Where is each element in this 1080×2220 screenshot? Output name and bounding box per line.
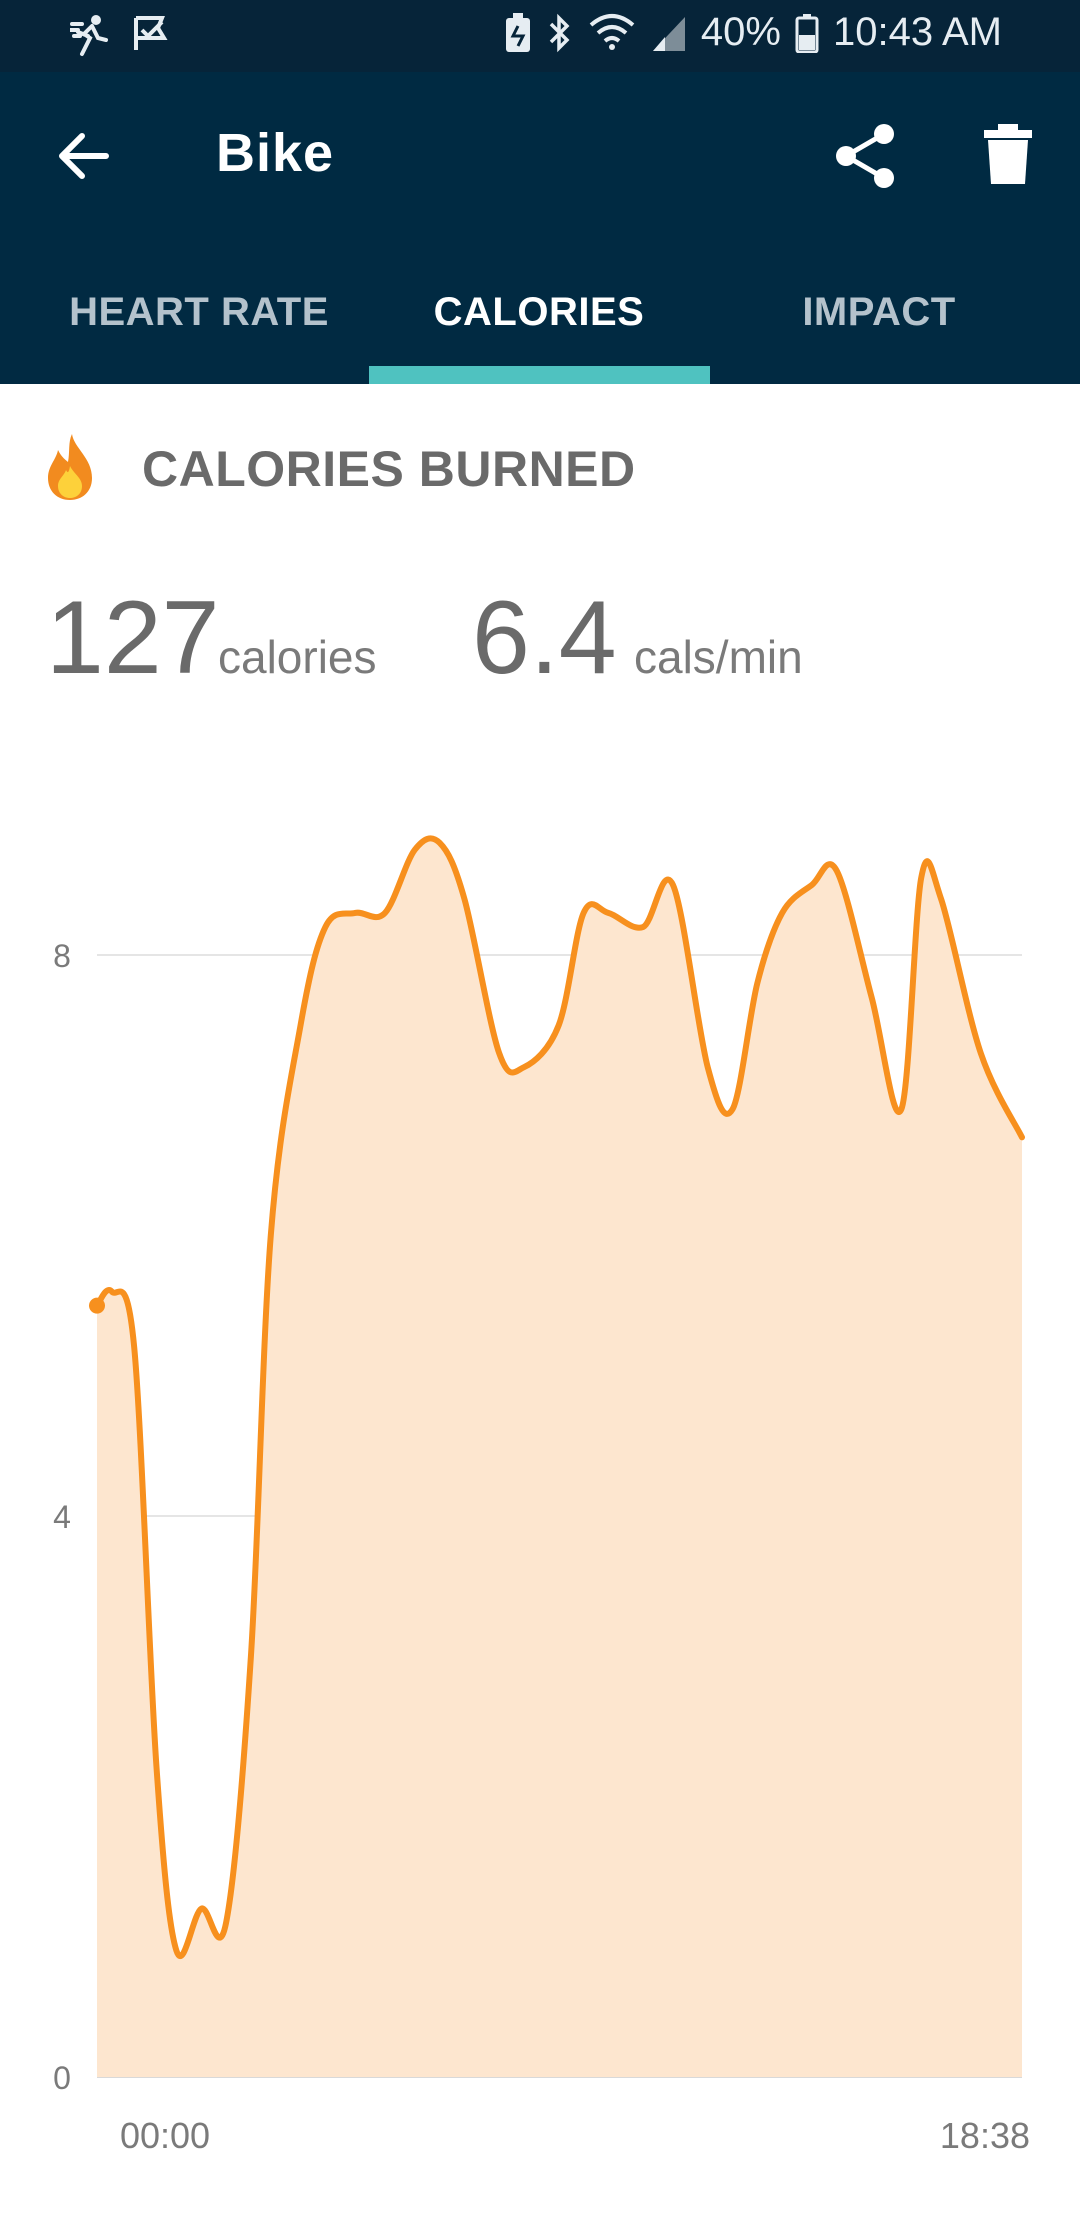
battery-icon [795, 13, 819, 53]
status-bar: 40% 10:43 AM [0, 0, 1080, 72]
tab-bar: HEART RATE CALORIES IMPACT [0, 240, 1080, 384]
running-icon [70, 15, 108, 56]
page-title: Bike [216, 123, 335, 183]
clock: 10:43 AM [832, 10, 1002, 54]
y-tick-label: 8 [53, 938, 71, 974]
back-arrow-icon[interactable] [52, 124, 116, 188]
x-end-label: 18:38 [940, 2115, 1030, 2156]
calorie-rate-unit: cals/min [634, 631, 803, 683]
calorie-rate-value: 6.4 [472, 580, 617, 696]
app-bar: Bike [0, 72, 1080, 240]
total-calories-value: 127 [46, 580, 220, 696]
battery-percent: 40% [700, 10, 781, 54]
calories-chart: 0 4 8 00:00 18:38 [53, 835, 1030, 2156]
x-start-label: 00:00 [120, 2115, 210, 2156]
trash-icon[interactable] [982, 122, 1034, 186]
battery-saver-icon [505, 12, 530, 52]
signal-icon [652, 16, 685, 51]
chart-start-point [89, 1297, 105, 1314]
y-tick-label: 0 [53, 2060, 71, 2096]
wifi-icon [589, 13, 635, 50]
flame-icon [48, 434, 92, 500]
tab-calories[interactable]: CALORIES [369, 240, 709, 384]
section-header: CALORIES BURNED [44, 432, 844, 502]
total-calories-unit: calories [218, 631, 377, 683]
share-icon[interactable] [832, 122, 900, 190]
tab-heart-rate[interactable]: HEART RATE [29, 240, 369, 384]
bluetooth-icon [549, 13, 570, 52]
tab-impact[interactable]: IMPACT [709, 240, 1049, 384]
checkmark-flag-icon [134, 16, 168, 50]
stats-summary: 127 calories 6.4 cals/min [46, 586, 1046, 700]
active-tab-indicator [369, 366, 710, 384]
y-tick-label: 4 [53, 1499, 71, 1535]
section-title: CALORIES BURNED [142, 441, 636, 497]
